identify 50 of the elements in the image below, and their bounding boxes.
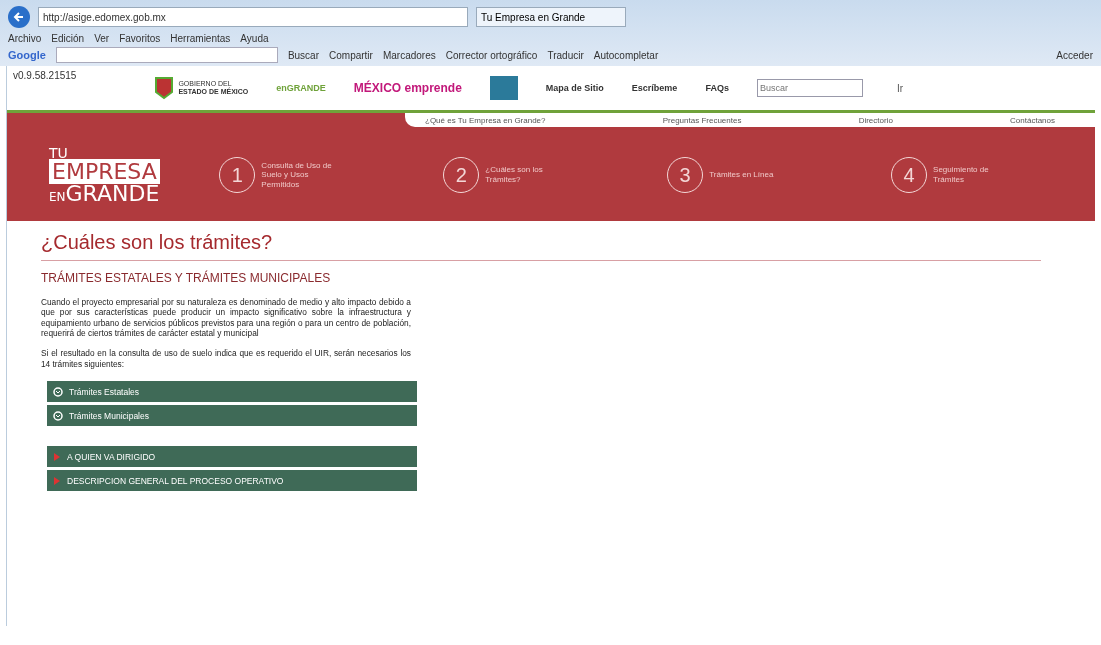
- back-arrow-icon: [13, 11, 25, 23]
- chevron-circle-icon: [53, 386, 63, 397]
- banner-thumbnail: [489, 76, 518, 100]
- triangle-icon: [53, 476, 61, 485]
- accordion-header[interactable]: Trámites Estatales: [47, 381, 417, 403]
- back-button[interactable]: [8, 6, 30, 28]
- coat-of-arms-icon: [154, 76, 175, 100]
- nav-link[interactable]: Directorio: [858, 115, 893, 125]
- page-title: ¿Cuáles son los trámites?: [41, 231, 1041, 261]
- toolbar-item[interactable]: Corrector ortográfico: [445, 49, 538, 61]
- toolbar-item[interactable]: Traducir: [547, 49, 584, 61]
- menu-item[interactable]: Favoritos: [119, 32, 161, 44]
- toolbar-item[interactable]: Autocompletar: [593, 49, 659, 61]
- site-map-link[interactable]: Mapa de Sitio: [545, 83, 604, 93]
- menu-item[interactable]: Herramientas: [170, 32, 231, 44]
- toolbar-item[interactable]: Buscar: [287, 49, 319, 61]
- engrande-logo: enGRANDE: [276, 83, 326, 93]
- section-heading: TRÁMITES ESTATALES Y TRÁMITES MUNICIPALES: [41, 271, 332, 285]
- toolbar-item[interactable]: Marcadores: [382, 49, 436, 61]
- paragraph: Cuando el proyecto empresarial por su naturaleza es denominado de medio y alto impacto debido a que por sus características puede producir un impacto significativo sobre la infraestructura y equipamiento urbano de servicios públicos previstos para una región o para un centro de población, requerirá de ciertos trámites de carácter estatal y municipal: [41, 297, 411, 339]
- search-button[interactable]: Ir: [890, 81, 909, 95]
- emprende-logo: MÉXICO emprende: [353, 81, 462, 95]
- write-us-link[interactable]: Escríbeme: [631, 83, 678, 93]
- menu-item[interactable]: Edición: [51, 32, 85, 44]
- menu-item[interactable]: Archivo: [8, 32, 42, 44]
- triangle-icon: [53, 452, 61, 461]
- toolbar-item[interactable]: Compartir: [329, 49, 373, 61]
- browser-tab[interactable]: Tu Empresa en Grande: [476, 7, 626, 27]
- step-link[interactable]: 2 ¿Cuáles son los Trámites?: [443, 157, 628, 193]
- step-link[interactable]: 1 Consulta de Uso de Suelo y Usos Permitidos: [219, 157, 404, 193]
- step-link[interactable]: 4 Seguimiento de Trámites: [891, 157, 1075, 193]
- nav-link[interactable]: Preguntas Frecuentes: [662, 115, 742, 125]
- sign-in-link[interactable]: Acceder: [1056, 49, 1093, 61]
- nav-link[interactable]: Contáctanos: [1010, 115, 1055, 125]
- toolbar-search-field[interactable]: [55, 47, 278, 63]
- version-label: v0.9.58.21515: [13, 70, 77, 81]
- accordion-header[interactable]: DESCRIPCION GENERAL DEL PROCESO OPERATIVO: [47, 470, 417, 492]
- toolbar-brand: Google: [8, 49, 46, 61]
- menu-item[interactable]: Ver: [94, 32, 110, 44]
- step-link[interactable]: 3 Trámites en Línea: [667, 157, 852, 193]
- site-logo: TU EMPRESA ENGRANDE: [49, 145, 161, 205]
- accordion-header[interactable]: A QUIEN VA DIRIGIDO: [47, 446, 417, 468]
- chevron-circle-icon: [53, 410, 63, 421]
- nav-link[interactable]: ¿Qué es Tu Empresa en Grande?: [425, 115, 546, 125]
- address-bar[interactable]: http://asige.edomex.gob.mx: [38, 7, 468, 27]
- accordion-header[interactable]: Trámites Municipales: [47, 405, 417, 427]
- paragraph: Si el resultado en la consulta de uso de suelo indica que es requerido el UIR, serán necesarios los 14 trámites siguientes:: [41, 348, 411, 370]
- menu-item[interactable]: Ayuda: [240, 32, 269, 44]
- faq-link[interactable]: FAQs: [705, 83, 729, 93]
- search-field[interactable]: Buscar: [756, 79, 863, 97]
